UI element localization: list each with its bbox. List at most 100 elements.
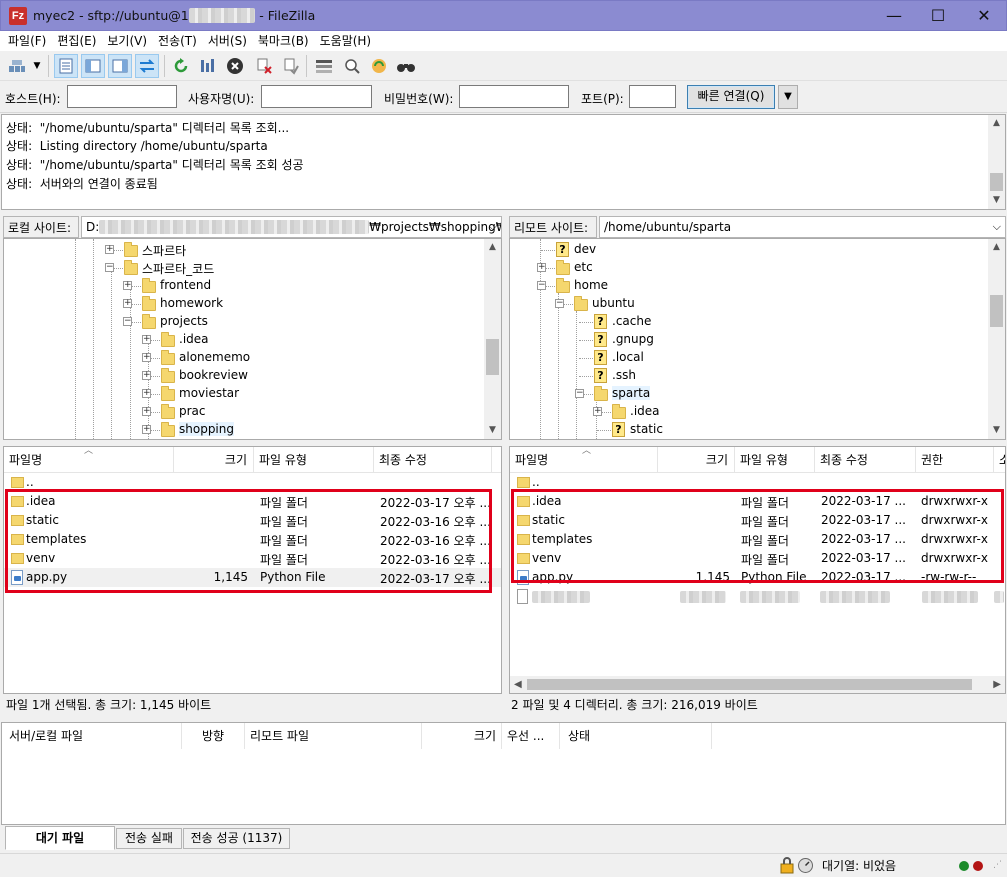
column-size[interactable]: 크기: [174, 447, 254, 473]
tree-node[interactable]: − projects: [4, 313, 484, 331]
maximize-button[interactable]: ☐: [915, 1, 961, 31]
expand-icon[interactable]: +: [123, 281, 132, 290]
process-queue-icon[interactable]: [196, 54, 220, 78]
expand-icon[interactable]: +: [105, 245, 114, 254]
expand-icon[interactable]: +: [142, 425, 151, 434]
remote-path-input[interactable]: /home/ubuntu/sparta ⌵: [599, 216, 1006, 238]
tree-node[interactable]: − sparta: [510, 385, 990, 403]
menu-help[interactable]: 도움말(H): [320, 31, 372, 51]
local-tree-scrollbar[interactable]: ▲ ▼: [484, 239, 501, 439]
menu-bookmarks[interactable]: 북마크(B): [258, 31, 309, 51]
scroll-left-icon[interactable]: ◀: [514, 676, 522, 693]
tree-node[interactable]: − 스파르타_코드: [4, 259, 484, 277]
tree-node[interactable]: ? .local: [510, 349, 990, 367]
tree-node[interactable]: ? static: [510, 421, 990, 439]
column-modified[interactable]: 최종 수정: [374, 447, 492, 473]
site-manager-dropdown-icon[interactable]: ▼: [30, 54, 44, 78]
tree-node[interactable]: + 스파르타: [4, 241, 484, 259]
tree-node[interactable]: ? .ssh: [510, 367, 990, 385]
log-scrollbar[interactable]: ▲ ▼: [988, 115, 1005, 209]
expand-icon[interactable]: +: [142, 335, 151, 344]
disconnect-icon[interactable]: [252, 54, 276, 78]
tree-node[interactable]: ? .cache: [510, 313, 990, 331]
tree-node[interactable]: − home: [510, 277, 990, 295]
column-remote-file[interactable]: 리모트 파일: [245, 723, 422, 749]
column-size[interactable]: 크기: [658, 447, 735, 473]
menu-transfer[interactable]: 전송(T): [158, 31, 197, 51]
cancel-operation-icon[interactable]: [223, 54, 247, 78]
password-input[interactable]: [459, 85, 569, 108]
column-owner[interactable]: 소: [994, 447, 1005, 473]
scroll-thumb[interactable]: [990, 173, 1003, 191]
directory-filter-icon[interactable]: [312, 54, 336, 78]
tree-node[interactable]: ? .gnupg: [510, 331, 990, 349]
toggle-message-log-icon[interactable]: [54, 54, 78, 78]
scroll-down-icon[interactable]: ▼: [988, 192, 1005, 209]
tree-node[interactable]: + .idea: [510, 403, 990, 421]
column-priority[interactable]: 우선 ...: [502, 723, 560, 749]
collapse-icon[interactable]: −: [123, 317, 132, 326]
column-permissions[interactable]: 권한: [916, 447, 994, 473]
menu-view[interactable]: 보기(V): [107, 31, 147, 51]
tab-failed-transfers[interactable]: 전송 실패: [116, 828, 182, 849]
tree-node[interactable]: + homework: [4, 295, 484, 313]
quickconnect-button[interactable]: 빠른 연결(Q): [687, 85, 775, 109]
remote-path-dropdown-icon[interactable]: ⌵: [993, 217, 1001, 237]
tree-node[interactable]: ? dev: [510, 241, 990, 259]
expand-icon[interactable]: +: [123, 299, 132, 308]
expand-icon[interactable]: +: [142, 407, 151, 416]
tree-node[interactable]: + bookreview: [4, 367, 484, 385]
scroll-right-icon[interactable]: ▶: [993, 676, 1001, 693]
column-status[interactable]: 상태: [560, 723, 712, 749]
collapse-icon[interactable]: −: [575, 389, 584, 398]
blurred-file-row[interactable]: [510, 587, 1005, 606]
tab-queued-files[interactable]: 대기 파일: [5, 826, 115, 850]
remote-file-hscrollbar[interactable]: ◀ ▶: [510, 676, 1005, 693]
find-files-binoculars-icon[interactable]: [394, 54, 418, 78]
hscroll-thumb[interactable]: [527, 679, 972, 690]
column-direction[interactable]: 방향: [182, 723, 245, 749]
tree-node[interactable]: + shopping: [4, 421, 484, 439]
column-server-local-file[interactable]: 서버/로컬 파일: [2, 723, 182, 749]
collapse-icon[interactable]: −: [105, 263, 114, 272]
host-input[interactable]: [67, 85, 177, 108]
tree-node[interactable]: + .idea: [4, 331, 484, 349]
menu-file[interactable]: 파일(F): [8, 31, 46, 51]
resize-grip-icon[interactable]: ⋰: [993, 860, 1002, 870]
expand-icon[interactable]: +: [537, 263, 546, 272]
toggle-transfer-queue-icon[interactable]: [135, 54, 159, 78]
toggle-remote-tree-icon[interactable]: [108, 54, 132, 78]
expand-icon[interactable]: +: [142, 371, 151, 380]
port-input[interactable]: [629, 85, 676, 108]
tree-node[interactable]: + alonememo: [4, 349, 484, 367]
tree-node[interactable]: + moviestar: [4, 385, 484, 403]
local-path-input[interactable]: D:xxxxxxxxxxxxxxxxxxxxxxxxxxxxxxxxxxxxxx…: [81, 216, 502, 238]
minimize-button[interactable]: —: [871, 1, 917, 31]
quickconnect-dropdown-icon[interactable]: ▼: [778, 85, 798, 109]
tree-node[interactable]: + prac: [4, 403, 484, 421]
expand-icon[interactable]: +: [142, 389, 151, 398]
local-path-dropdown-icon[interactable]: ⌵: [489, 217, 497, 237]
refresh-icon[interactable]: [169, 54, 193, 78]
expand-icon[interactable]: +: [142, 353, 151, 362]
tree-node[interactable]: + frontend: [4, 277, 484, 295]
column-modified[interactable]: 최종 수정: [815, 447, 916, 473]
tab-successful-transfers[interactable]: 전송 성공 (1137): [183, 828, 290, 849]
scroll-up-icon[interactable]: ▲: [988, 115, 1005, 132]
site-manager-icon[interactable]: [6, 54, 28, 78]
column-type[interactable]: 파일 유형: [254, 447, 374, 473]
username-input[interactable]: [261, 85, 372, 108]
synchronized-browsing-icon[interactable]: [367, 54, 391, 78]
menu-edit[interactable]: 편집(E): [57, 31, 96, 51]
toggle-local-tree-icon[interactable]: [81, 54, 105, 78]
speed-limit-icon[interactable]: [797, 857, 814, 874]
tree-node[interactable]: + etc: [510, 259, 990, 277]
column-queue-size[interactable]: 크기: [422, 723, 502, 749]
menu-server[interactable]: 서버(S): [208, 31, 247, 51]
column-type[interactable]: 파일 유형: [735, 447, 815, 473]
collapse-icon[interactable]: −: [555, 299, 564, 308]
expand-icon[interactable]: +: [593, 407, 602, 416]
tree-node[interactable]: − ubuntu: [510, 295, 990, 313]
close-button[interactable]: ✕: [961, 1, 1007, 31]
search-icon[interactable]: [340, 54, 364, 78]
